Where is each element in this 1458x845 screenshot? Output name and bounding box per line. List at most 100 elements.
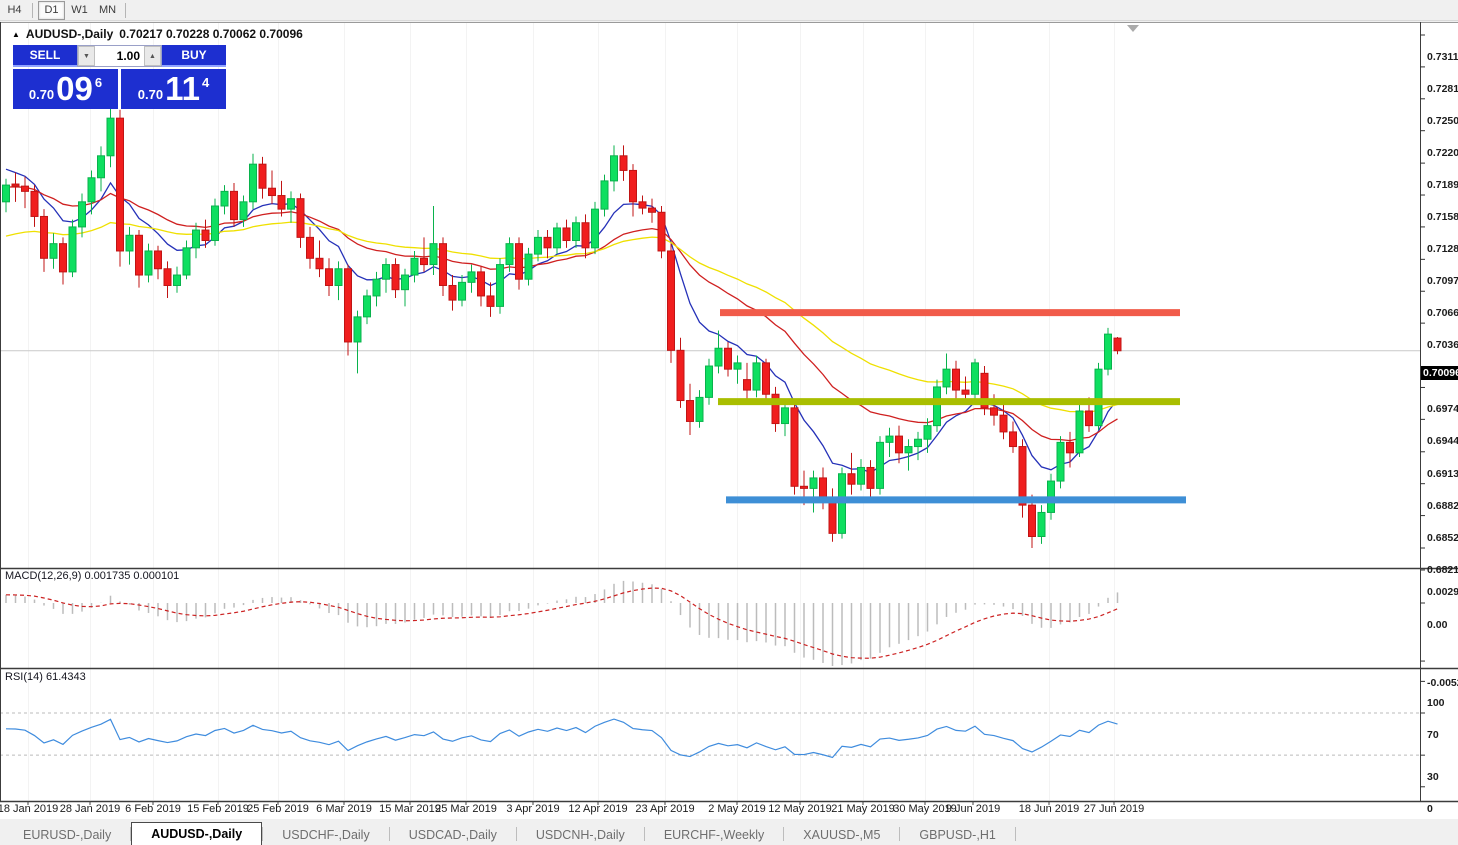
- candle-body: [876, 441, 884, 489]
- candle-body: [809, 477, 818, 489]
- candle-body: [828, 501, 837, 534]
- candle-body: [952, 368, 960, 391]
- candle-body: [762, 362, 770, 395]
- candle-body: [933, 386, 941, 427]
- symbol-tab-usdcad[interactable]: USDCAD-,Daily: [390, 824, 516, 845]
- candle-body: [486, 295, 495, 307]
- candle-body: [1075, 410, 1084, 454]
- date-axis-label: 21 May 2019: [831, 803, 895, 815]
- candle-body: [382, 264, 390, 280]
- candle-body: [477, 271, 485, 297]
- candle-body: [543, 236, 552, 249]
- timeframe-button-mn[interactable]: MN: [94, 1, 121, 20]
- candle-body: [733, 362, 742, 370]
- collapse-panel-icon[interactable]: ▲: [12, 30, 20, 39]
- candle-body: [629, 169, 637, 203]
- rsi-scale-label: 0: [1427, 802, 1433, 815]
- volume-stepper: ▼ 1.00 ▲: [77, 45, 162, 67]
- candle-body: [1056, 441, 1065, 482]
- date-axis-label: 6 Feb 2019: [125, 803, 181, 815]
- candle-body: [553, 227, 561, 249]
- candle-body: [306, 236, 314, 259]
- symbol-tab-audusd[interactable]: AUDUSD-,Daily: [131, 822, 263, 845]
- candle-body: [448, 284, 457, 301]
- candle-body: [106, 117, 115, 157]
- candle-body: [268, 187, 276, 197]
- candle-body: [790, 407, 799, 487]
- candle-body: [895, 435, 903, 454]
- volume-input[interactable]: 1.00: [95, 46, 144, 66]
- candle-body: [885, 435, 894, 443]
- candle-body: [11, 183, 20, 187]
- candle-body: [705, 365, 713, 398]
- date-axis-label: 6 Mar 2019: [316, 803, 372, 815]
- candle-body: [800, 485, 808, 489]
- price-scale-label: 0.72505: [1427, 114, 1458, 127]
- rsi-scale-label: 70: [1427, 729, 1439, 741]
- candle-body: [30, 190, 39, 217]
- candle-body: [277, 195, 286, 210]
- candle-body: [1094, 368, 1103, 427]
- candle-body: [752, 362, 761, 391]
- price-scale-label: 0.70665: [1427, 307, 1458, 320]
- candle-body: [97, 155, 105, 179]
- timeframe-button-d1[interactable]: D1: [38, 0, 65, 20]
- candle-body: [581, 222, 590, 249]
- price-scale-label: 0.69130: [1427, 467, 1458, 480]
- symbol-tab-eurusd[interactable]: EURUSD-,Daily: [4, 824, 130, 845]
- buy-button[interactable]: BUY: [162, 45, 226, 67]
- date-axis-label: 15 Feb 2019: [187, 803, 249, 815]
- price-scale-label: 0.69440: [1427, 435, 1458, 448]
- date-axis-label: 9 Jun 2019: [945, 803, 1001, 815]
- candle-body: [49, 243, 58, 259]
- candle-body: [192, 229, 200, 249]
- candle-body: [648, 207, 656, 213]
- candle-body: [667, 250, 675, 351]
- macd-signal-line: [5, 587, 1118, 659]
- volume-increase-icon[interactable]: ▲: [144, 46, 161, 66]
- date-axis-label: 23 Apr 2019: [635, 803, 695, 815]
- candle-body: [420, 257, 428, 266]
- chart-canvas[interactable]: [0, 22, 1458, 819]
- price-scale-label: 0.68520: [1427, 531, 1458, 544]
- chart-shift-marker-icon[interactable]: [1127, 25, 1139, 32]
- candle-body: [781, 407, 789, 425]
- candle-body: [743, 379, 751, 391]
- symbol-tab-eurchf[interactable]: EURCHF-,Weekly: [645, 824, 783, 845]
- candle-body: [496, 264, 504, 307]
- candle-body: [173, 274, 181, 286]
- symbol-tab-usdchf[interactable]: USDCHF-,Daily: [263, 824, 389, 845]
- candle-body: [534, 236, 542, 255]
- price-scale-label: 0.72810: [1427, 82, 1458, 95]
- candle-body: [505, 243, 514, 266]
- sell-button[interactable]: SELL: [13, 45, 77, 67]
- date-axis-label: 12 Apr 2019: [568, 803, 628, 815]
- chart-title: ▲ AUDUSD-,Daily 0.70217 0.70228 0.70062 …: [12, 27, 303, 41]
- symbol-tab-gbpusd[interactable]: GBPUSD-,H1: [900, 824, 1014, 845]
- volume-decrease-icon[interactable]: ▼: [78, 46, 95, 66]
- symbol-tab-usdcnh[interactable]: USDCNH-,Daily: [517, 824, 644, 845]
- candle-body: [619, 155, 628, 171]
- date-axis-label: 25 Mar 2019: [435, 803, 497, 815]
- candle-body: [87, 177, 96, 203]
- buy-price-box[interactable]: 0.70 11 4: [121, 69, 226, 109]
- timeframe-button-h4[interactable]: H4: [1, 1, 28, 20]
- candle-body: [391, 264, 400, 291]
- candle-body: [144, 250, 153, 276]
- candle-body: [125, 234, 134, 252]
- rsi-scale-label: 30: [1427, 771, 1439, 784]
- macd-scale-label: 0.002984: [1427, 586, 1458, 598]
- candle-body: [990, 407, 998, 416]
- candle-body: [59, 243, 67, 273]
- candle-body: [847, 473, 856, 485]
- candle-body: [372, 278, 381, 297]
- symbol-tab-xauusd[interactable]: XAUUSD-,M5: [784, 824, 899, 845]
- candle-body: [467, 271, 476, 283]
- sell-price-box[interactable]: 0.70 09 6: [13, 69, 118, 109]
- candle-body: [676, 349, 685, 402]
- chart-tabs-bar: EURUSD-,Daily AUDUSD-,Daily USDCHF-,Daily U…: [0, 822, 1458, 845]
- date-axis-label: 12 May 2019: [768, 803, 832, 815]
- timeframe-button-w1[interactable]: W1: [66, 1, 93, 20]
- candle-body: [923, 425, 932, 440]
- candle-body: [68, 226, 77, 273]
